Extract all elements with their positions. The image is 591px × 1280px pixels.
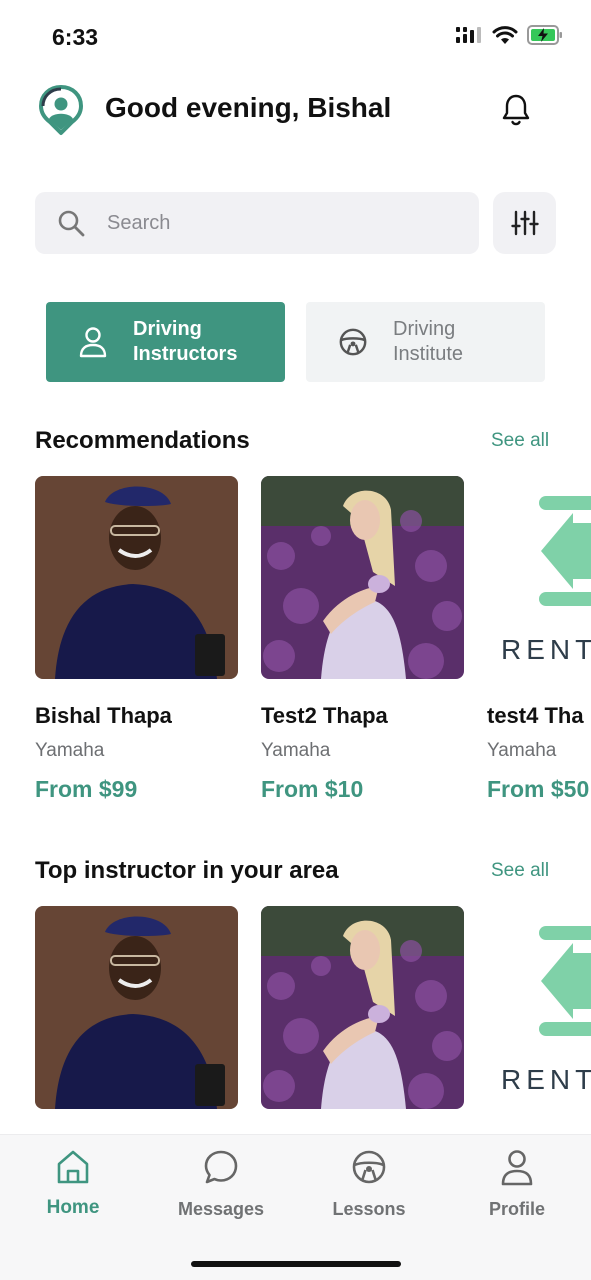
person-icon (79, 327, 107, 358)
tab-label-line2: Institute (393, 343, 464, 365)
driving-instructors-tab[interactable]: Driving Instructors (46, 302, 285, 382)
top-instructor-card[interactable] (35, 906, 239, 1109)
instructor-card[interactable]: Test2 Thapa Yamaha From $10 (261, 476, 465, 803)
search-bar[interactable] (35, 192, 479, 254)
driving-institute-tab[interactable]: Driving Institute (306, 302, 545, 382)
wifi-icon (492, 25, 518, 44)
cellular-signal-icon (456, 27, 481, 43)
header: Good evening, Bishal (0, 80, 591, 140)
nav-profile[interactable]: Profile (462, 1147, 572, 1220)
nav-label: Home (46, 1197, 100, 1218)
tab-label-line1: Driving (393, 318, 456, 340)
top-instructors-title: Top instructor in your area (35, 857, 339, 884)
rent-logo-text: RENT (501, 1064, 591, 1095)
battery-charging-icon (527, 25, 562, 45)
instructor-vehicle: Yamaha (261, 740, 331, 761)
instructor-price: From $99 (35, 776, 138, 802)
instructor-photo-man (35, 476, 238, 679)
notification-bell-icon[interactable] (498, 92, 534, 128)
location-pin-logo-icon (39, 85, 83, 135)
recommendations-title: Recommendations (35, 427, 250, 454)
recommendations-see-all-link[interactable]: See all (491, 430, 549, 452)
sliders-filter-icon (510, 210, 539, 236)
instructor-vehicle: Yamaha (35, 740, 105, 761)
instructor-name: test4 Tha (487, 703, 584, 728)
instructor-price: From $50 (487, 776, 590, 802)
person-icon (501, 1150, 533, 1186)
tab-label-line1: Driving (133, 318, 202, 340)
top-instructor-card[interactable] (261, 906, 465, 1109)
home-icon (57, 1150, 89, 1184)
steering-wheel-icon (352, 1150, 386, 1184)
tab-label-line2: Instructors (133, 343, 238, 365)
nav-label: Profile (488, 1199, 545, 1219)
steering-wheel-icon (339, 328, 367, 356)
filter-button[interactable] (493, 192, 556, 254)
nav-messages[interactable]: Messages (166, 1147, 276, 1220)
nav-home[interactable]: Home (18, 1147, 128, 1219)
status-icons (455, 25, 563, 45)
instructor-price: From $10 (261, 776, 364, 802)
top-instructor-card[interactable]: RENT (487, 906, 591, 1109)
instructor-name: Test2 Thapa (261, 703, 388, 728)
instructor-photo-woman (261, 476, 464, 679)
rent-logo-image: RENT (487, 906, 591, 1109)
nav-label: Messages (177, 1199, 265, 1219)
instructor-card[interactable]: Bishal Thapa Yamaha From $99 (35, 476, 239, 803)
instructor-name: Bishal Thapa (35, 703, 172, 728)
rent-logo-text: RENT (501, 634, 591, 665)
status-time: 6:33 (52, 24, 99, 50)
search-input[interactable] (107, 192, 457, 254)
top-instructors-see-all-link[interactable]: See all (491, 860, 549, 882)
rent-logo-image: RENT (487, 476, 591, 679)
instructor-vehicle: Yamaha (487, 740, 557, 761)
status-bar: 6:33 (0, 0, 591, 70)
chat-icon (204, 1150, 238, 1184)
greeting-title: Good evening, Bishal (105, 92, 392, 123)
instructor-card[interactable]: RENT test4 Tha Yamaha From $50 (487, 476, 591, 803)
instructor-photo-woman (261, 906, 464, 1109)
nav-lessons[interactable]: Lessons (314, 1147, 424, 1220)
instructor-photo-man (35, 906, 238, 1109)
nav-label: Lessons (332, 1199, 406, 1219)
home-indicator (191, 1261, 401, 1267)
bottom-navigation: Home Messages Lessons Profile (0, 1134, 591, 1280)
search-icon (58, 210, 85, 237)
